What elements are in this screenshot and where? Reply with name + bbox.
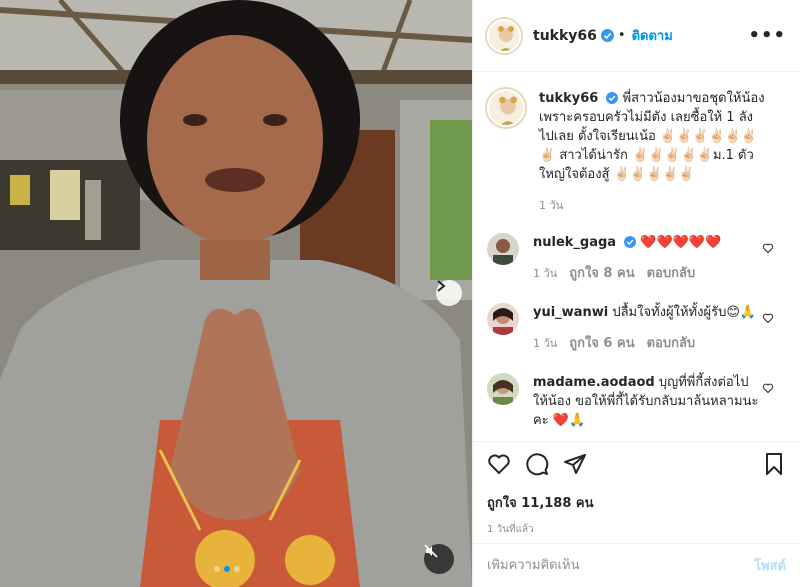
separator-dot: •: [617, 28, 626, 43]
carousel-dot: [234, 566, 240, 572]
heart-icon[interactable]: [762, 379, 774, 398]
verified-icon: [600, 29, 614, 42]
comment-item: madame.aodaod บุญที่พี่กี้ส่งต่อไปให้น้อ…: [487, 373, 786, 430]
share-icon[interactable]: [563, 452, 587, 480]
mute-icon: [424, 544, 438, 558]
carousel-dot: [214, 566, 220, 572]
video-frame: [0, 0, 472, 587]
post-timestamp[interactable]: 1 วันที่แล้ว: [487, 522, 786, 537]
post-media[interactable]: [0, 0, 472, 587]
carousel-next-button[interactable]: [436, 280, 462, 306]
comment-text: ❤️❤️❤️❤️❤️: [640, 235, 722, 250]
comment-likes[interactable]: ถูกใจ 6 คน: [569, 334, 634, 353]
carousel-indicator: [214, 566, 240, 572]
avatar[interactable]: [487, 18, 521, 53]
comment-input[interactable]: [487, 558, 755, 573]
comment-age: 1 วัน: [533, 337, 558, 350]
caption-username[interactable]: tukky66: [539, 91, 598, 106]
add-comment-bar: โพสต์: [473, 543, 800, 587]
comment-username[interactable]: yui_wanwi: [533, 305, 608, 320]
comments-list[interactable]: tukky66 พี่สาวน้องมาขอชุดให้น้อง เพราะคร…: [473, 73, 800, 441]
likes-count[interactable]: ถูกใจ 11,188 คน: [487, 492, 786, 513]
comment-username[interactable]: madame.aodaod: [533, 375, 655, 390]
avatar[interactable]: [487, 233, 519, 265]
comment-text: ปลื้มใจทั้งผู้ให้ทั้งผู้รับ😊🙏: [612, 305, 757, 320]
post-header: tukky66 • ติดตาม •••: [473, 0, 800, 72]
carousel-dot-active: [224, 566, 230, 572]
more-options-button[interactable]: •••: [748, 25, 786, 46]
verified-icon: [606, 92, 619, 104]
chevron-right-icon: [437, 280, 446, 292]
comment-icon[interactable]: [525, 452, 549, 480]
heart-icon[interactable]: [762, 309, 774, 328]
caption: tukky66 พี่สาวน้องมาขอชุดให้น้อง เพราะคร…: [487, 89, 786, 215]
bookmark-icon[interactable]: [762, 452, 786, 480]
caption-age: 1 วัน: [539, 199, 564, 212]
follow-button[interactable]: ติดตาม: [632, 25, 673, 46]
reply-button[interactable]: ตอบกลับ: [647, 334, 696, 353]
verified-icon: [624, 236, 637, 248]
comment-item: nulek_gaga ❤️❤️❤️❤️❤️ 1 วัน ถูกใจ 8 คน ต…: [487, 233, 786, 283]
post-comment-button[interactable]: โพสต์: [754, 555, 786, 576]
comment-item: yui_wanwi ปลื้มใจทั้งผู้ให้ทั้งผู้รับ😊🙏 …: [487, 303, 786, 353]
comment-username[interactable]: nulek_gaga: [533, 235, 616, 250]
avatar[interactable]: [487, 373, 519, 405]
mute-button[interactable]: [424, 544, 454, 574]
comment-likes[interactable]: ถูกใจ 8 คน: [569, 264, 634, 283]
comment-age: 1 วัน: [533, 267, 558, 280]
avatar[interactable]: [487, 303, 519, 335]
avatar[interactable]: [487, 89, 525, 127]
reply-button[interactable]: ตอบกลับ: [647, 264, 696, 283]
post-actions: ถูกใจ 11,188 คน 1 วันที่แล้ว: [473, 441, 800, 543]
author-username[interactable]: tukky66: [533, 28, 597, 44]
heart-icon[interactable]: [762, 239, 774, 258]
heart-icon[interactable]: [487, 452, 511, 480]
post-side-panel: tukky66 • ติดตาม ••• tukky66 พี่สาวน้องม…: [472, 0, 800, 587]
